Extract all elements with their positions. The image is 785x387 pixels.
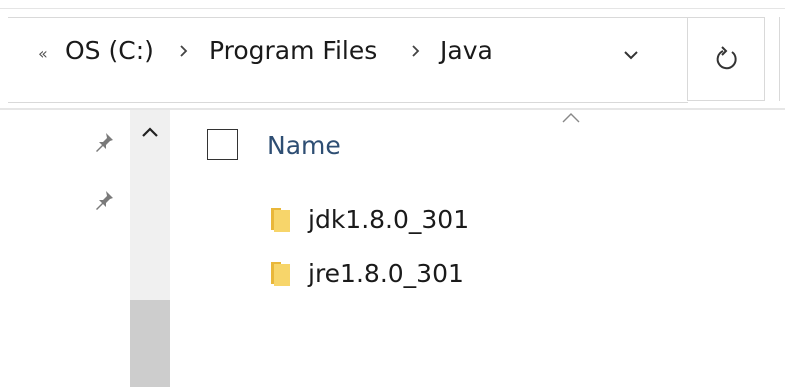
file-name: jre1.8.0_301 (308, 258, 464, 288)
column-header-name[interactable]: Name (267, 131, 341, 160)
breadcrumb-overflow-button[interactable]: « (38, 44, 48, 63)
select-all-checkbox[interactable] (207, 129, 238, 160)
list-item-jre[interactable]: jre1.8.0_301 (268, 253, 464, 293)
breadcrumb-item-program-files[interactable]: Program Files (209, 36, 377, 65)
scrollbar-thumb[interactable] (130, 300, 170, 387)
search-box-edge[interactable] (779, 17, 785, 101)
sort-ascending-icon (560, 110, 582, 129)
chevron-down-icon[interactable] (621, 48, 641, 62)
chevron-right-icon[interactable] (176, 43, 192, 59)
pin-icon[interactable] (92, 130, 116, 158)
file-list-pane (171, 110, 785, 387)
chevron-right-icon[interactable] (408, 43, 424, 59)
refresh-button[interactable] (687, 17, 765, 101)
refresh-icon (713, 45, 741, 73)
breadcrumb-item-os-c[interactable]: OS (C:) (65, 36, 154, 65)
file-name: jdk1.8.0_301 (308, 204, 470, 234)
breadcrumb-item-java[interactable]: Java (440, 36, 493, 65)
window-top-border (0, 8, 785, 9)
pin-icon[interactable] (92, 188, 116, 216)
scroll-up-arrow-icon[interactable] (140, 124, 160, 144)
address-bar[interactable]: « OS (C:) Program Files Java (8, 17, 688, 103)
folder-icon (268, 258, 294, 288)
folder-icon (268, 204, 294, 234)
list-item-jdk[interactable]: jdk1.8.0_301 (268, 199, 469, 239)
